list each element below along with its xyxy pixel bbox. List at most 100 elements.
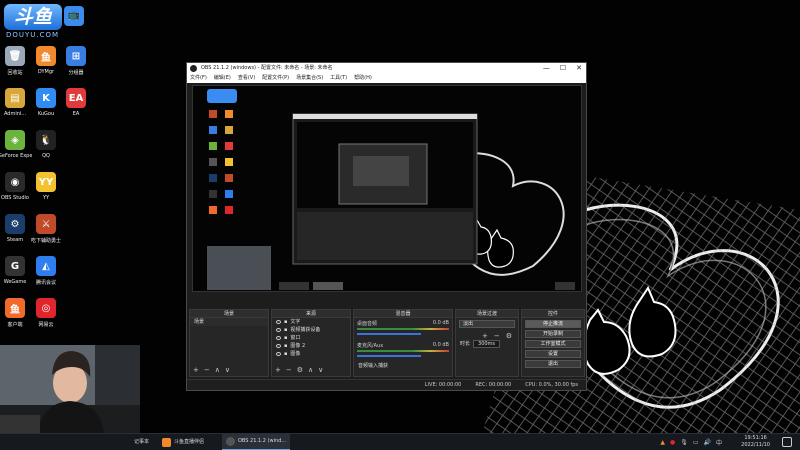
- tencent-meeting-icon: ◭: [36, 256, 56, 276]
- taskbar-item-label: 记事本: [134, 439, 150, 445]
- settings-button[interactable]: 设置: [525, 350, 581, 358]
- controls-dock: 控件 停止推流 开始录制 工作室模式 设置 退出: [521, 309, 585, 377]
- desktop-icon[interactable]: K KuGou: [29, 88, 63, 117]
- client-icon: 鱼: [5, 298, 25, 318]
- microphone-icon[interactable]: 🎙: [680, 439, 688, 446]
- system-tray: ▲ ● 🎙 ▭ 🔊 中: [660, 434, 722, 450]
- close-button[interactable]: ✕: [576, 63, 582, 74]
- remove-scene-button[interactable]: −: [204, 366, 210, 374]
- studio-mode-button[interactable]: 工作室模式: [525, 340, 581, 348]
- sources-header: 来源: [272, 310, 350, 318]
- recycle-bin-icon: 🗑: [5, 46, 25, 66]
- desktop-icon[interactable]: 🗑 回收站: [0, 46, 32, 76]
- source-item-label: 窗口: [290, 335, 301, 341]
- admin-folder-icon: ▤: [5, 88, 25, 108]
- move-up-icon[interactable]: ∧: [308, 366, 313, 374]
- tray-app-icon[interactable]: ●: [670, 439, 675, 446]
- desktop-icon[interactable]: ⚔ 吃下辅助勇士: [29, 214, 63, 244]
- ime-icon[interactable]: 中: [716, 438, 722, 447]
- scene-item[interactable]: 场景: [190, 318, 268, 326]
- mixer-channel-mic[interactable]: 麦克风/Aux 0.0 dB: [357, 342, 449, 362]
- lock-icon[interactable]: ▪: [284, 350, 287, 358]
- visibility-eye-icon[interactable]: [276, 344, 281, 348]
- mixer-header: 混音器: [354, 310, 452, 318]
- lock-icon[interactable]: ▪: [284, 334, 287, 342]
- source-item[interactable]: ▪ 图像 2: [272, 342, 350, 350]
- desktop-icon[interactable]: 🐧 QQ: [29, 130, 63, 159]
- webcam-overlay: [0, 345, 140, 433]
- menu-edit[interactable]: 编辑(E): [214, 74, 231, 83]
- game-helper-icon: ⚔: [36, 214, 56, 234]
- lock-icon[interactable]: ▪: [284, 318, 287, 326]
- lock-icon[interactable]: ▪: [284, 342, 287, 350]
- duration-input[interactable]: 300ms: [473, 340, 501, 348]
- desktop-icon[interactable]: 鱼客户端: [0, 298, 32, 328]
- netease-music-icon: ◎: [36, 298, 56, 318]
- obs-window[interactable]: OBS 21.1.2 (windows) - 配置文件: 未命名 - 场景: 未…: [186, 62, 587, 391]
- maximize-button[interactable]: ☐: [560, 63, 566, 74]
- menu-scene-collection[interactable]: 场景集合(S): [296, 74, 323, 83]
- minimize-button[interactable]: —: [543, 63, 550, 74]
- move-down-icon[interactable]: ∨: [318, 366, 323, 374]
- source-item[interactable]: ▪ 窗口: [272, 334, 350, 342]
- volume-meter: [357, 350, 449, 352]
- desktop-icon[interactable]: G WeGame: [0, 256, 32, 285]
- obs-preview[interactable]: [192, 85, 582, 292]
- taskbar-item-obs[interactable]: OBS 21.1.2 (wind...: [222, 434, 291, 450]
- volume-icon[interactable]: 🔊: [704, 439, 711, 446]
- transitions-dock: 场景过渡 淡出 + − ⚙ 时长 300ms: [455, 309, 519, 377]
- desktop-icon[interactable]: ⚙ Steam: [0, 214, 32, 243]
- desktop-icon[interactable]: ◎ 网易云: [29, 298, 63, 328]
- remove-source-button[interactable]: −: [286, 366, 292, 374]
- stop-streaming-button[interactable]: 停止推流: [525, 320, 581, 328]
- source-item[interactable]: ▪ 文字: [272, 318, 350, 326]
- mixer-channel-desktop[interactable]: 桌面音频 0.0 dB: [357, 320, 449, 340]
- menu-tools[interactable]: 工具(T): [330, 74, 347, 83]
- desktop-icon[interactable]: YY YY: [29, 172, 63, 201]
- clock[interactable]: 19:51:16 2022/11/10: [741, 435, 770, 449]
- volume-slider[interactable]: [357, 333, 422, 335]
- source-settings-icon[interactable]: ⚙: [297, 366, 303, 374]
- exit-button[interactable]: 退出: [525, 360, 581, 368]
- volume-slider[interactable]: [357, 355, 422, 357]
- taskbar-item-notepad[interactable]: 记事本: [130, 434, 153, 450]
- transition-settings-icon[interactable]: ⚙: [506, 332, 512, 340]
- add-transition-button[interactable]: +: [482, 332, 488, 340]
- desktop-icon[interactable]: ◈ GeForce Experience: [0, 130, 32, 159]
- menu-file[interactable]: 文件(F): [190, 74, 207, 83]
- obs-taskbar-icon: [226, 437, 235, 446]
- visibility-eye-icon[interactable]: [276, 328, 281, 332]
- obs-title-bar[interactable]: OBS 21.1.2 (windows) - 配置文件: 未命名 - 场景: 未…: [187, 63, 586, 74]
- visibility-eye-icon[interactable]: [276, 352, 281, 356]
- visibility-eye-icon[interactable]: [276, 336, 281, 340]
- move-down-icon[interactable]: ∨: [225, 366, 230, 374]
- transition-select[interactable]: 淡出: [459, 320, 515, 328]
- desktop-icon-label: 吃下辅助勇士: [30, 238, 61, 244]
- visibility-eye-icon[interactable]: [276, 320, 281, 324]
- cpu-status: CPU: 0.0%, 30.00 fps: [525, 382, 578, 388]
- desktop-icon[interactable]: ⊞ 分组器: [59, 46, 93, 76]
- desktop-icon[interactable]: EA EA: [59, 88, 93, 117]
- live-status: LIVE: 00:00:00: [424, 382, 462, 388]
- network-icon[interactable]: ▭: [693, 439, 699, 446]
- notification-icon[interactable]: [782, 437, 792, 447]
- source-item[interactable]: ▪ 视频捕获设备: [272, 326, 350, 334]
- menu-view[interactable]: 查看(V): [238, 74, 255, 83]
- desktop-icon-label: DYMgr: [37, 69, 55, 75]
- desktop-icon[interactable]: ▤ Admini...: [0, 88, 32, 117]
- desktop-icon[interactable]: 鱼 DYMgr: [29, 46, 63, 75]
- desktop-icon[interactable]: ◉ OBS Studio: [0, 172, 32, 201]
- tray-orange-icon[interactable]: ▲: [660, 439, 665, 446]
- lock-icon[interactable]: ▪: [284, 326, 287, 334]
- menu-help[interactable]: 帮助(H): [354, 74, 372, 83]
- obs-window-icon: [190, 65, 197, 72]
- desktop-icon[interactable]: ◭ 腾讯会议: [29, 256, 63, 286]
- source-item[interactable]: ▪ 图像: [272, 350, 350, 358]
- taskbar-item-douyu[interactable]: 斗鱼直播伴侣: [158, 434, 208, 450]
- move-up-icon[interactable]: ∧: [215, 366, 220, 374]
- add-scene-button[interactable]: +: [193, 366, 199, 374]
- menu-profile[interactable]: 配置文件(P): [262, 74, 289, 83]
- add-source-button[interactable]: +: [275, 366, 281, 374]
- remove-transition-button[interactable]: −: [494, 332, 500, 340]
- start-recording-button[interactable]: 开始录制: [525, 330, 581, 338]
